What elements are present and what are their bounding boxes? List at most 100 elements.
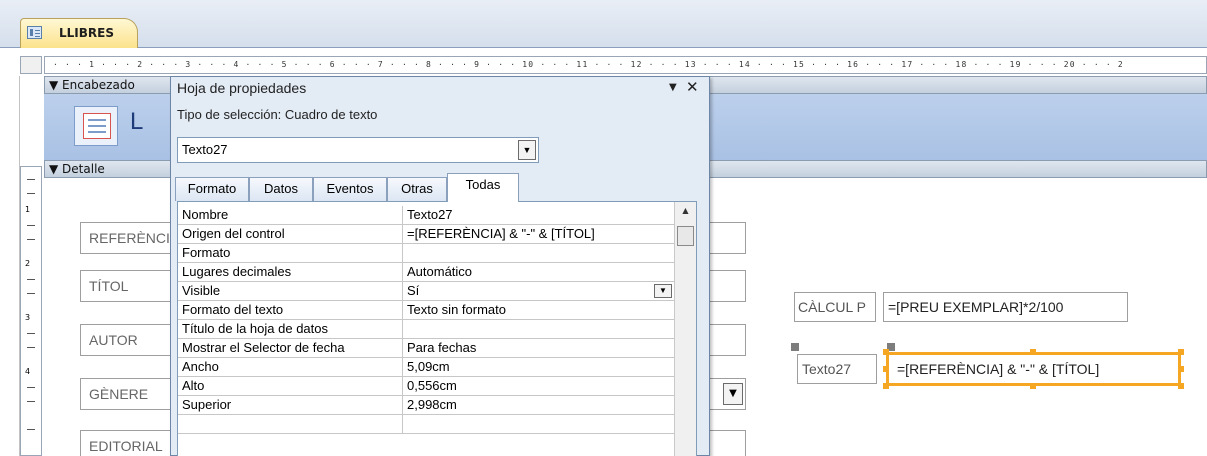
property-row[interactable]: Mostrar el Selector de fecha Para fechas [178,339,675,358]
column-divider [402,206,403,224]
label-titol[interactable]: TÍTOL [80,270,180,302]
resize-handle[interactable] [1178,383,1184,389]
property-name: Mostrar el Selector de fecha [182,340,345,355]
label-genere[interactable]: GÈNERE [80,378,180,410]
column-divider [402,225,403,243]
tab-todas[interactable]: Todas [447,173,519,202]
textbox-calcul[interactable]: =[PREU EXEMPLAR]*2/100 [883,292,1128,322]
resize-handle[interactable] [1030,349,1036,355]
property-name: Alto [182,378,205,393]
ruler-tick [27,179,35,180]
ruler-tick [27,293,35,294]
horizontal-ruler[interactable]: · · · 1 · · · 2 · · · 3 · · · 4 · · · 5 … [44,56,1207,74]
property-value[interactable]: Texto sin formato [407,302,506,317]
property-sheet-title[interactable]: Hoja de propiedades [177,80,306,96]
ruler-tick [27,279,35,280]
chevron-down-icon[interactable]: ▼ [518,140,536,160]
property-name: Formato [182,245,231,260]
resize-handle[interactable] [1178,349,1184,355]
property-grid: Nombre Texto27 Origen del control =[REFE… [177,201,697,456]
property-value[interactable]: Automático [407,264,472,279]
detail-section-label: Detalle [62,162,105,176]
resize-handle[interactable] [883,366,889,372]
label-editorial[interactable]: EDITORIAL [80,430,180,456]
tab-formato[interactable]: Formato [175,177,249,201]
scroll-thumb[interactable] [677,226,694,246]
property-row[interactable]: Formato [178,244,675,263]
property-row[interactable]: Lugares decimales Automático [178,263,675,282]
label-referencia[interactable]: REFERÈNCIA [80,222,180,254]
selection-type: Tipo de selección: Cuadro de texto [177,107,378,122]
property-value[interactable]: =[REFERÈNCIA] & "-" & [TÍTOL] [407,226,595,241]
vertical-scrollbar[interactable]: ▲ [674,202,696,456]
ruler-tick [27,387,35,388]
resize-handle[interactable] [883,349,889,355]
property-name: Nombre [182,207,229,222]
tab-eventos[interactable]: Eventos [313,177,387,201]
property-value[interactable]: 2,998cm [407,397,457,412]
column-divider [402,396,403,414]
resize-handle[interactable] [883,383,889,389]
section-arrow-icon: ▼ [49,162,63,176]
left-margin [0,76,20,456]
scroll-up-icon[interactable]: ▲ [675,206,696,220]
property-row[interactable]: Superior 2,998cm [178,396,675,415]
move-handle[interactable] [791,343,799,351]
ruler-tick [27,239,35,240]
document-tab-bar: LLIBRES [0,0,1207,48]
property-row[interactable] [178,415,675,434]
column-divider [402,415,403,433]
property-value[interactable]: Para fechas [407,340,476,355]
menu-arrow-icon[interactable]: ▼ [669,82,677,93]
property-row[interactable]: Ancho 5,09cm [178,358,675,377]
tab-otras[interactable]: Otras [387,177,447,201]
column-divider [402,244,403,262]
tab-datos[interactable]: Datos [249,177,313,201]
resize-handle[interactable] [1030,383,1036,389]
header-title[interactable]: L [130,108,143,136]
property-row[interactable]: Visible Sí ▼ [178,282,675,301]
column-divider [402,282,403,300]
object-selector[interactable]: Texto27 ▼ [177,137,539,163]
chevron-down-icon[interactable]: ▼ [654,284,672,298]
ruler-ticks: · · · 1 · · · 2 · · · 3 · · · 4 · · · 5 … [53,60,1124,69]
form-logo[interactable] [74,106,118,146]
ruler-number: 4 [25,367,31,376]
property-name: Superior [182,397,232,412]
property-value[interactable]: 5,09cm [407,359,450,374]
property-row[interactable]: Nombre Texto27 [178,206,675,225]
ruler-tick [27,333,35,334]
property-row[interactable]: Origen del control =[REFERÈNCIA] & "-" &… [178,225,675,244]
ruler-tick [27,347,35,348]
textbox-texto27-selected[interactable]: =[REFERÈNCIA] & "-" & [TÍTOL] [886,352,1181,386]
property-value[interactable]: Texto27 [407,207,453,222]
property-row[interactable]: Formato del texto Texto sin formato [178,301,675,320]
label-texto27[interactable]: Texto27 [797,354,877,384]
property-name: Origen del control [182,226,285,241]
property-name: Ancho [182,359,219,374]
close-icon[interactable]: ✕ [686,78,699,96]
document-tab-label: LLIBRES [59,26,114,40]
document-tab-llibres[interactable]: LLIBRES [20,18,138,48]
column-divider [402,263,403,281]
column-divider [402,377,403,395]
resize-handle[interactable] [1178,366,1184,372]
property-value[interactable]: Sí [407,283,419,298]
ruler-number: 1 [25,205,31,214]
property-row[interactable]: Título de la hoja de datos [178,320,675,339]
property-sheet-panel: Hoja de propiedades ▼ ✕ Tipo de selecció… [170,76,710,456]
column-divider [402,320,403,338]
property-name: Título de la hoja de datos [182,321,328,336]
ruler-number: 2 [25,259,31,268]
property-name: Formato del texto [182,302,284,317]
property-row[interactable]: Alto 0,556cm [178,377,675,396]
property-value[interactable]: 0,556cm [407,378,457,393]
label-autor[interactable]: AUTOR [80,324,180,356]
ruler-tick [27,193,35,194]
property-name: Visible [182,283,221,298]
vertical-ruler[interactable]: 1 2 3 4 [20,166,42,456]
label-calcul[interactable]: CÀLCUL P [794,292,876,322]
chevron-down-icon[interactable]: ▼ [723,383,743,405]
form-selector-box[interactable] [20,56,42,74]
column-divider [402,339,403,357]
